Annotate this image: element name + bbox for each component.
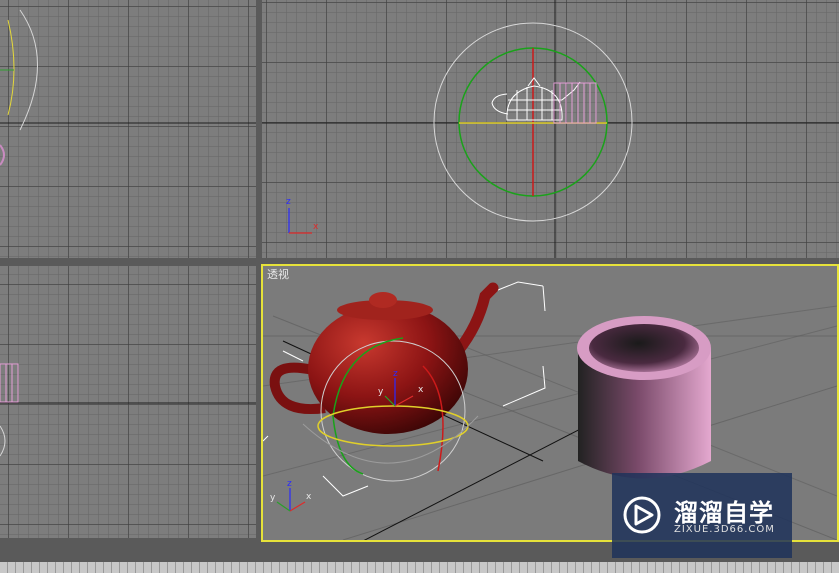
time-slider-ruler[interactable] — [0, 562, 839, 573]
gizmo-y-label: y — [378, 387, 384, 397]
persp-axis-y-label: y — [270, 493, 276, 503]
viewport-top-left-canvas — [0, 9, 256, 166]
watermark: 溜溜自学 ZIXUE.3D66.COM — [612, 473, 792, 558]
cup[interactable] — [577, 316, 711, 479]
gizmo-x-label: x — [418, 385, 424, 395]
persp-axis-x-label: x — [306, 492, 312, 502]
axis-z-label: z — [286, 197, 291, 207]
axis-x-label: x — [313, 222, 319, 232]
teapot[interactable] — [269, 282, 499, 434]
play-logo-icon — [623, 496, 661, 534]
cup-wireframe-left — [0, 363, 19, 403]
axis-tripod-perspective — [276, 488, 306, 512]
viewport-front-canvas: z x — [262, 0, 839, 258]
watermark-title: 溜溜自学 — [674, 499, 774, 527]
viewport-left-canvas — [0, 363, 256, 457]
viewport-left[interactable] — [0, 266, 256, 538]
persp-axis-z-label: z — [287, 479, 292, 489]
watermark-url: ZIXUE.3D66.COM — [674, 524, 775, 535]
viewport-front[interactable]: z x — [262, 0, 839, 258]
viewport-top-left[interactable] — [0, 0, 256, 258]
teapot-wireframe — [491, 77, 581, 121]
gizmo-z-label: z — [393, 369, 398, 379]
axis-tripod-front — [288, 208, 312, 234]
